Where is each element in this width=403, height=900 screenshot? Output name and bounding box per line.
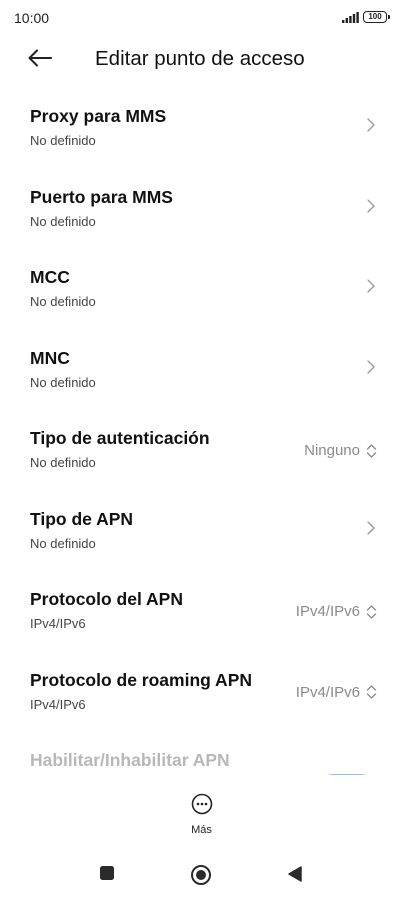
setting-row-proxy-mms[interactable]: Proxy para MMS No definido xyxy=(0,78,403,159)
setting-row-puerto-mms[interactable]: Puerto para MMS No definido xyxy=(0,159,403,240)
more-label: Más xyxy=(191,824,212,836)
setting-value-dropdown[interactable]: IPv4/IPv6 xyxy=(296,603,377,620)
setting-subtitle: No definido xyxy=(30,294,96,309)
nav-recents-button[interactable] xyxy=(99,865,115,886)
triangle-left-icon xyxy=(287,866,303,887)
battery-icon: 100 xyxy=(363,11,390,23)
setting-title: Habilitar/Inhabilitar APN xyxy=(30,750,230,770)
chevron-right-icon xyxy=(367,118,375,137)
setting-title: MNC xyxy=(30,347,70,368)
setting-row-protocolo-apn[interactable]: Protocolo del APN IPv4/IPv6 IPv4/IPv6 xyxy=(0,561,403,642)
chevron-right-icon xyxy=(367,520,375,540)
setting-value-dropdown[interactable]: IPv4/IPv6 xyxy=(296,684,377,701)
status-icons: 100 xyxy=(342,11,390,23)
more-horizontal-icon xyxy=(191,793,213,820)
setting-value: Ninguno xyxy=(304,442,360,459)
nav-home-button[interactable] xyxy=(190,864,212,891)
setting-title: Protocolo de roaming APN xyxy=(30,669,253,690)
chevron-right-icon xyxy=(367,359,375,379)
screen: 10:00 100 Editar punto de acceso Proxy p… xyxy=(0,0,403,900)
circle-icon xyxy=(190,865,212,890)
back-button[interactable] xyxy=(22,46,58,74)
setting-subtitle: No definido xyxy=(30,535,96,551)
setting-title: MCC xyxy=(30,267,70,287)
system-nav-bar xyxy=(0,850,403,900)
setting-row-mnc[interactable]: MNC No definido xyxy=(0,320,403,401)
chevron-right-icon xyxy=(367,279,375,298)
setting-row-tipo-apn[interactable]: Tipo de APN No definido xyxy=(0,481,403,562)
settings-list: Proxy para MMS No definido Puerto para M… xyxy=(0,78,403,803)
setting-title: Tipo de autenticación xyxy=(30,428,210,448)
up-down-arrows-icon xyxy=(366,684,377,700)
bottom-action-bar: Más xyxy=(0,775,403,836)
setting-subtitle: No definido xyxy=(30,213,96,229)
nav-back-button[interactable] xyxy=(287,865,303,888)
more-button[interactable]: Más xyxy=(191,793,213,836)
setting-subtitle: No definido xyxy=(30,374,96,390)
arrow-left-icon xyxy=(28,49,52,72)
setting-title: Protocolo del APN xyxy=(30,589,183,609)
chevron-right-icon xyxy=(367,198,375,218)
setting-subtitle: No definido xyxy=(30,133,96,148)
setting-title: Puerto para MMS xyxy=(30,186,173,207)
setting-subtitle: No definido xyxy=(30,455,96,470)
status-time: 10:00 xyxy=(14,10,50,26)
signal-icon xyxy=(342,11,359,23)
setting-value: IPv4/IPv6 xyxy=(295,603,360,620)
up-down-arrows-icon xyxy=(366,604,377,620)
setting-row-protocolo-roaming-apn[interactable]: Protocolo de roaming APN IPv4/IPv6 IPv4/… xyxy=(0,642,403,723)
page-title: Editar punto de acceso xyxy=(95,47,305,70)
setting-subtitle: IPv4/IPv6 xyxy=(30,616,86,631)
up-down-arrows-icon xyxy=(366,443,377,459)
setting-row-tipo-autenticacion[interactable]: Tipo de autenticación No definido Ningun… xyxy=(0,400,403,481)
header: Editar punto de acceso xyxy=(0,40,403,80)
square-icon xyxy=(99,866,115,885)
setting-value: IPv4/IPv6 xyxy=(295,683,360,701)
setting-row-mcc[interactable]: MCC No definido xyxy=(0,239,403,320)
status-bar: 10:00 100 xyxy=(0,0,403,36)
setting-title: Tipo de APN xyxy=(30,508,134,529)
setting-value-dropdown[interactable]: Ninguno xyxy=(304,442,377,459)
setting-title: Proxy para MMS xyxy=(30,106,167,126)
setting-subtitle: IPv4/IPv6 xyxy=(30,696,86,712)
